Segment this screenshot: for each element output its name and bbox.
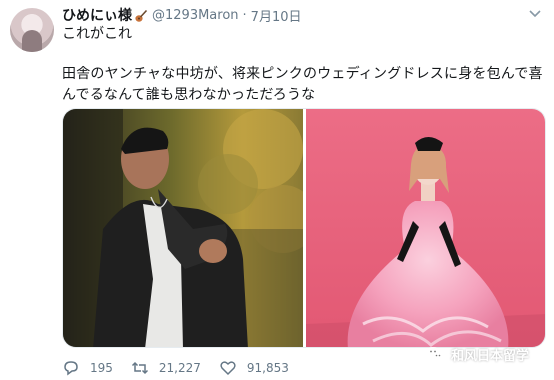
action-bar: 195 21,227 91,853 [62,358,307,378]
chevron-down-icon[interactable] [528,6,542,20]
heart-icon [220,361,236,376]
tweet-header: ひめにぃ様 @1293Maron · 7月10日 [62,5,302,25]
media-grid [62,108,546,348]
tweet-text-body: 田舎のヤンチャな中坊が、将来ピンクのウェディングドレスに身を包んで喜んでるなんて… [62,66,543,103]
tweet-date[interactable]: 7月10日 [251,6,302,25]
separator-dot: · [242,7,247,23]
tweet-text-line1: これがこれ [62,26,132,42]
watermark-text: 和风日本留学 [451,348,530,364]
user-handle[interactable]: @1293Maron [152,8,239,23]
avatar[interactable] [10,8,54,52]
wechat-icon [426,347,444,361]
right-photo[interactable] [306,109,546,348]
left-photo[interactable] [63,109,317,348]
retweet-icon [131,361,148,375]
retweet-button[interactable]: 21,227 [131,359,201,377]
display-name[interactable]: ひめにぃ様 [62,5,132,25]
like-count: 91,853 [246,361,289,375]
like-button[interactable]: 91,853 [219,359,289,377]
reply-icon [64,361,78,376]
guitar-emoji-icon [134,8,148,22]
tweet[interactable]: ひめにぃ様 @1293Maron · 7月10日 これがこれ 田舎のヤンチャな中… [0,0,554,380]
reply-count: 195 [90,361,113,375]
retweet-count: 21,227 [158,361,201,375]
reply-button[interactable]: 195 [62,359,113,377]
watermark: 和风日本留学 [425,344,529,364]
